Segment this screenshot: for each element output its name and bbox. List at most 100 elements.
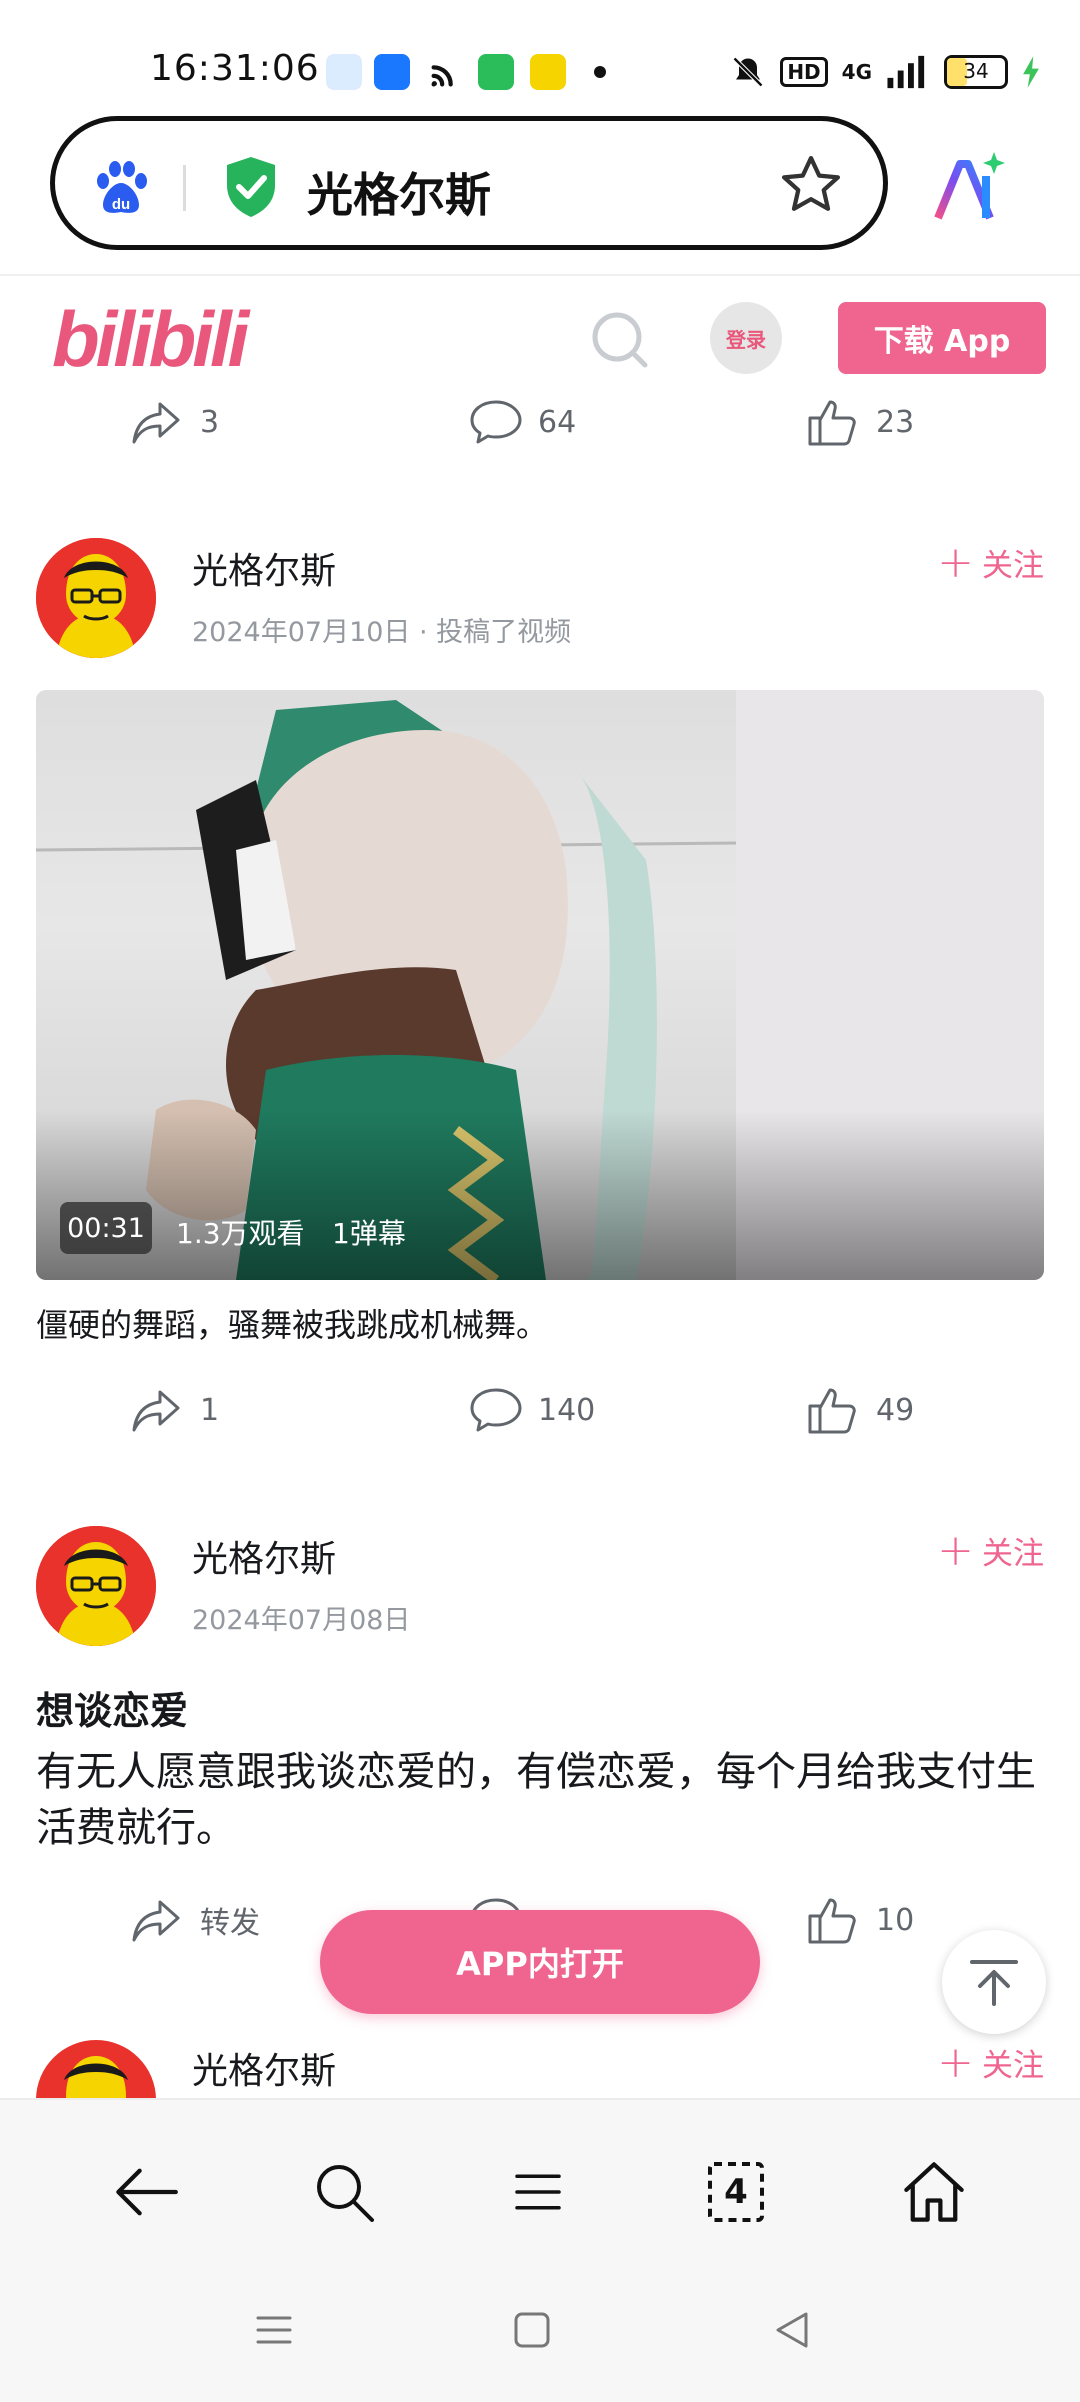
like-count: 23 <box>876 404 915 440</box>
video-caption[interactable]: 僵硬的舞蹈，骚舞被我跳成机械舞。 <box>36 1300 548 1346</box>
author-name[interactable]: 光格尔斯 <box>192 542 336 594</box>
tabs-count: 4 <box>724 2172 748 2212</box>
back-to-top-button[interactable] <box>942 1930 1046 2034</box>
plus-icon: + <box>937 2036 974 2088</box>
battery-level: 34 <box>963 59 989 83</box>
plus-icon: + <box>937 536 974 588</box>
recent-apps-icon <box>256 2316 292 2344</box>
arrow-up-icon <box>970 1960 1018 2006</box>
comment-button[interactable]: 140 <box>468 1382 595 1438</box>
login-button[interactable]: 登录 <box>710 302 782 374</box>
notification-app-icon <box>326 54 362 90</box>
share-label: 转发 <box>200 1906 260 1941</box>
author-name[interactable]: 光格尔斯 <box>192 2042 336 2094</box>
ai-assistant-icon[interactable] <box>930 150 1006 226</box>
search-button[interactable] <box>294 2142 394 2242</box>
system-back-button[interactable] <box>762 2300 822 2360</box>
plus-icon: + <box>937 1524 974 1576</box>
page-title[interactable]: 光格尔斯 <box>307 159 491 225</box>
share-icon <box>132 1900 180 1942</box>
signal-icon <box>887 55 925 89</box>
menu-button[interactable] <box>488 2142 588 2242</box>
comment-count: 64 <box>538 404 577 440</box>
address-divider <box>183 165 186 211</box>
share-icon <box>132 402 180 444</box>
comment-icon <box>470 400 522 444</box>
thumbs-up-icon <box>808 400 856 446</box>
like-button[interactable]: 23 <box>806 394 914 450</box>
video-frame <box>36 690 1044 1280</box>
arrow-left-icon <box>116 2168 178 2216</box>
author-name[interactable]: 光格尔斯 <box>192 1530 336 1582</box>
download-app-button[interactable]: 下载 App <box>838 302 1046 374</box>
thumbs-up-icon <box>808 1388 856 1434</box>
avatar[interactable] <box>36 2040 156 2098</box>
store-app-icon <box>478 54 514 90</box>
avatar[interactable] <box>36 538 156 658</box>
game-app-icon <box>530 54 566 90</box>
like-button[interactable]: 49 <box>806 1382 914 1438</box>
system-home-button[interactable] <box>502 2300 562 2360</box>
recent-apps-button[interactable] <box>244 2300 304 2360</box>
follow-button[interactable]: + 关注 <box>937 1528 1044 1573</box>
tabs-button[interactable]: 4 <box>686 2142 786 2242</box>
home-button[interactable] <box>884 2142 984 2242</box>
hello-app-icon <box>374 54 410 90</box>
video-thumbnail[interactable] <box>36 690 1044 1280</box>
comment-button[interactable]: 64 <box>468 394 576 450</box>
divider <box>0 274 1080 276</box>
like-count: 10 <box>876 1902 915 1938</box>
avatar-image <box>36 2040 156 2098</box>
square-icon <box>514 2312 550 2348</box>
address-bar[interactable]: du 光格尔斯 <box>50 116 888 250</box>
follow-label: 关注 <box>982 548 1044 584</box>
post-title[interactable]: 想谈恋爱 <box>36 1680 188 1735</box>
share-icon <box>132 1390 180 1432</box>
avatar[interactable] <box>36 1526 156 1646</box>
network-label: 4G <box>841 60 872 84</box>
comment-count: 140 <box>538 1392 596 1428</box>
video-danmaku: 1弹幕 <box>332 1217 406 1250</box>
video-duration: 00:31 <box>60 1202 152 1254</box>
cast-icon <box>428 56 462 90</box>
home-icon <box>904 2162 964 2222</box>
follow-label: 关注 <box>982 1536 1044 1572</box>
post-date: 2024年07月10日 · 投稿了视频 <box>192 617 572 648</box>
avatar-image <box>36 538 156 658</box>
like-count: 49 <box>876 1392 915 1428</box>
comment-icon <box>470 1388 522 1432</box>
video-views: 1.3万观看 <box>176 1217 305 1250</box>
search-icon[interactable] <box>590 310 650 370</box>
charging-icon <box>1023 56 1039 88</box>
hd-badge: HD <box>780 57 828 87</box>
thumbs-up-icon <box>808 1898 856 1944</box>
like-button[interactable]: 10 <box>806 1892 914 1948</box>
status-right: HD 4G 34 <box>730 52 1040 92</box>
secure-shield-icon <box>227 157 275 217</box>
share-button[interactable]: 3 <box>130 394 219 450</box>
follow-button[interactable]: + 关注 <box>937 540 1044 585</box>
open-in-app-button[interactable]: APP内打开 <box>320 1910 760 2014</box>
triangle-back-icon <box>776 2312 808 2348</box>
status-bar: 16:31:06 HD 4G 34 <box>0 0 1080 110</box>
back-button[interactable] <box>96 2142 196 2242</box>
svg-text:du: du <box>112 196 130 213</box>
bilibili-logo[interactable]: bilibili <box>52 290 252 382</box>
share-count: 1 <box>200 1392 220 1428</box>
more-notifications-dot <box>594 66 606 78</box>
share-button[interactable]: 转发 <box>130 1892 260 1948</box>
search-icon <box>317 2165 374 2222</box>
battery-indicator: 34 <box>944 55 1008 89</box>
follow-button[interactable]: + 关注 <box>937 2040 1044 2085</box>
share-button[interactable]: 1 <box>130 1382 219 1438</box>
post-body[interactable]: 有无人愿意跟我谈恋爱的，有偿恋爱，每个月给我支付生活费就行。 <box>36 1744 1046 1856</box>
status-time: 16:31:06 <box>150 48 320 89</box>
follow-label: 关注 <box>982 2048 1044 2084</box>
hamburger-menu-icon <box>515 2174 561 2210</box>
baidu-icon[interactable]: du <box>89 155 153 219</box>
bookmark-star-icon[interactable] <box>777 151 845 219</box>
avatar-image <box>36 1526 156 1646</box>
mute-bell-icon <box>733 56 764 88</box>
post-date: 2024年07月08日 <box>192 1605 411 1636</box>
share-count: 3 <box>200 404 220 440</box>
